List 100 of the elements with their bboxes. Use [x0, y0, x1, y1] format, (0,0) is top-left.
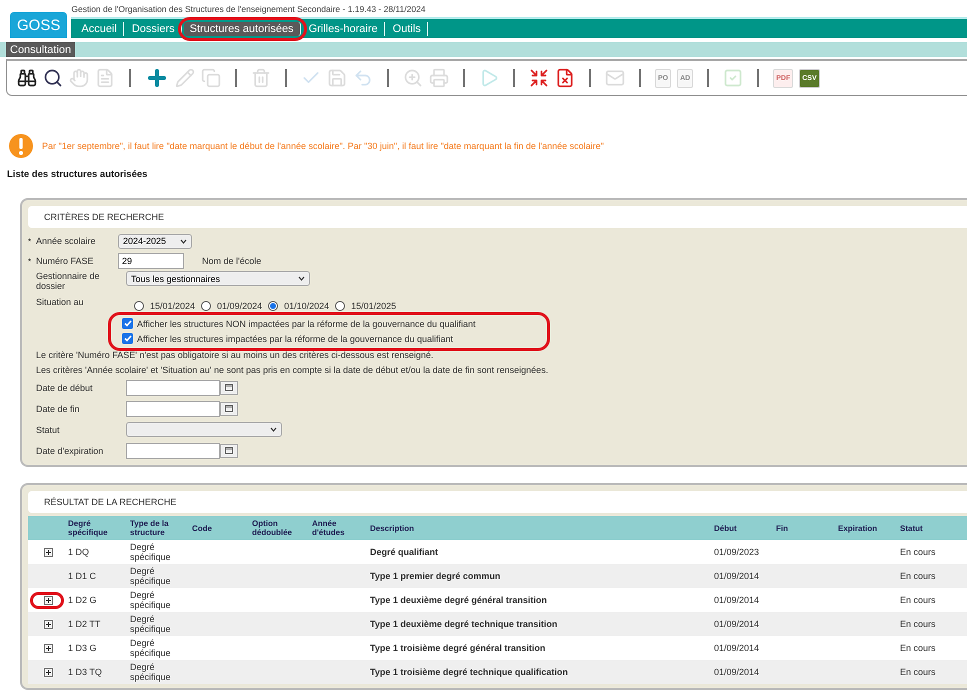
column-header: Fin — [776, 524, 789, 532]
app-title: Gestion de l'Organisation des Structures de l'enseignement Secondaire - 1.19.43 - 28/11/2024 — [71, 4, 427, 14]
field-label: Nom de l'école — [202, 256, 262, 266]
table-cell-text: 01/09/2014 — [714, 571, 760, 581]
table-cell-text: Degré spécifique — [130, 566, 172, 586]
nav-tab[interactable]: Accueil — [75, 22, 124, 36]
calendar-icon — [225, 405, 233, 412]
table-cell-text: En cours — [900, 667, 937, 677]
date-input[interactable] — [126, 442, 220, 458]
calendar-button[interactable] — [220, 402, 238, 416]
radio-label: 15/01/2024 — [150, 301, 196, 311]
column-header: Option dédoublée — [252, 519, 294, 537]
radio-label: 01/10/2024 — [284, 301, 330, 311]
expand-icon[interactable] — [44, 668, 52, 676]
expand-icon[interactable] — [44, 620, 52, 628]
table-cell-text: 1 D2 TT — [68, 619, 102, 629]
table-cell-text: Type 1 troisième degré général transition — [370, 643, 546, 653]
page-heading: Liste des structures autorisées — [7, 169, 148, 180]
expand-icon[interactable] — [44, 644, 52, 652]
checkbox-label: Afficher les structures impactées par la réforme de la gouvernance du qualifiant — [137, 334, 454, 344]
year-select[interactable]: 2024-2025 — [118, 234, 192, 248]
calendar-button[interactable] — [220, 444, 238, 458]
table-cell-text: Type 1 deuxième degré général transition — [370, 595, 548, 605]
column-header: Description — [370, 524, 416, 532]
info-note: Le critère 'Numéro FASE' n'est pas obligatoire si au moins un des critères ci-dessous est renseigné. — [35, 348, 434, 362]
field-label: Situation au — [35, 297, 85, 307]
radio-button[interactable] — [268, 301, 278, 311]
table-cell-text: Type 1 troisième degré technique qualification — [370, 667, 569, 677]
calendar-icon — [225, 384, 233, 391]
app-logo[interactable]: GOSS — [10, 12, 68, 38]
caret-icon — [270, 427, 277, 432]
radio-label: 01/09/2024 — [217, 301, 262, 311]
expand-icon[interactable] — [44, 596, 52, 604]
table-cell-text: Degré spécifique — [130, 542, 172, 562]
radio-button[interactable] — [201, 301, 212, 311]
nav-tab[interactable]: Structures autorisées — [184, 22, 301, 36]
date-input[interactable] — [126, 380, 220, 396]
nav-tab[interactable]: Outils — [386, 22, 428, 36]
warning-message: Par "1er septembre", il faut lire "date marquant le début de l'année scolaire". Par "30 juin", il faut lire "date marquant la fin de l'année scolaire" — [42, 141, 604, 151]
table-cell-text: 1 D3 G — [68, 643, 98, 653]
file-delete-icon[interactable] — [555, 68, 575, 88]
panel-title: CRITÈRES DE RECHERCHE — [28, 206, 967, 228]
column-header: Expiration — [838, 524, 878, 532]
table-cell-text: Degré spécifique — [130, 638, 172, 658]
radio-button[interactable] — [134, 301, 144, 311]
table-cell-text: En cours — [900, 595, 937, 605]
column-header: Code — [192, 524, 213, 532]
field-label: Gestionnaire de dossier — [35, 271, 101, 291]
date-input[interactable] — [126, 400, 220, 416]
calendar-icon — [225, 447, 233, 454]
binoculars-icon[interactable] — [17, 68, 37, 88]
table-cell-text: 01/09/2014 — [714, 595, 760, 605]
table-cell-text: 1 D1 C — [68, 571, 98, 581]
required-mark: * — [28, 236, 32, 246]
table-cell-text: En cours — [900, 619, 937, 629]
table-cell-text: Type 1 deuxième degré technique transition — [370, 619, 558, 629]
field-label: Numéro FASE — [36, 256, 95, 266]
checkbox[interactable] — [122, 333, 133, 344]
plus-icon[interactable] — [145, 66, 169, 90]
field-label: Date de fin — [35, 404, 81, 414]
field-label: Statut — [35, 424, 61, 434]
fase-input[interactable]: 29 — [118, 253, 184, 269]
info-note: Les critères 'Année scolaire' et 'Situation au' ne sont pas pris en compte si la date de début et/ou la date de fin sont renseignées. — [35, 364, 550, 377]
checkbox[interactable] — [122, 318, 133, 329]
radio-button[interactable] — [335, 301, 346, 311]
table-cell-text: 1 D2 G — [68, 595, 98, 605]
nav-tab[interactable]: Grilles-horaire — [302, 22, 385, 36]
calendar-button[interactable] — [220, 380, 238, 394]
field-label: Année scolaire — [36, 236, 97, 246]
column-header: Type de la structure — [130, 519, 170, 537]
panel-title: RÉSULTAT DE LA RECHERCHE — [28, 491, 967, 513]
field-label: Date d'expiration — [35, 446, 104, 456]
warning-icon — [8, 133, 34, 159]
column-header: Degré spécifique — [68, 519, 109, 537]
search-icon[interactable] — [43, 68, 63, 88]
table-cell-text: 01/09/2023 — [714, 547, 760, 557]
table-cell-text: Degré spécifique — [130, 662, 172, 682]
table-cell-text: Type 1 premier degré commun — [370, 571, 502, 581]
table-cell-text: En cours — [900, 547, 937, 557]
column-header: Statut — [900, 524, 924, 532]
caret-icon — [298, 276, 305, 281]
column-header: Année d'études — [312, 519, 346, 537]
sub-tab[interactable]: Consultation — [6, 42, 76, 57]
column-header: Début — [714, 524, 738, 532]
table-cell-text: 1 DQ — [68, 547, 90, 557]
table-cell-text: Degré qualifiant — [370, 547, 440, 557]
table-cell-text: En cours — [900, 643, 937, 653]
required-mark: * — [28, 256, 32, 266]
table-cell-text: En cours — [900, 571, 937, 581]
checkbox-label: Afficher les structures NON impactées par la réforme de la gouvernance du qualifiant — [137, 318, 476, 328]
field-label: Date de début — [35, 382, 94, 392]
manager-select[interactable]: Tous les gestionnaires — [126, 271, 310, 286]
shrink-icon[interactable] — [529, 68, 549, 88]
table-cell-text: 01/09/2014 — [714, 667, 760, 677]
caret-icon — [180, 238, 187, 244]
nav-tab[interactable]: Dossiers — [126, 22, 182, 36]
table-cell-text: Degré spécifique — [130, 614, 172, 634]
radio-label: 15/01/2025 — [351, 301, 396, 311]
table-cell-text: 01/09/2014 — [714, 619, 760, 629]
expand-icon[interactable] — [44, 548, 52, 556]
